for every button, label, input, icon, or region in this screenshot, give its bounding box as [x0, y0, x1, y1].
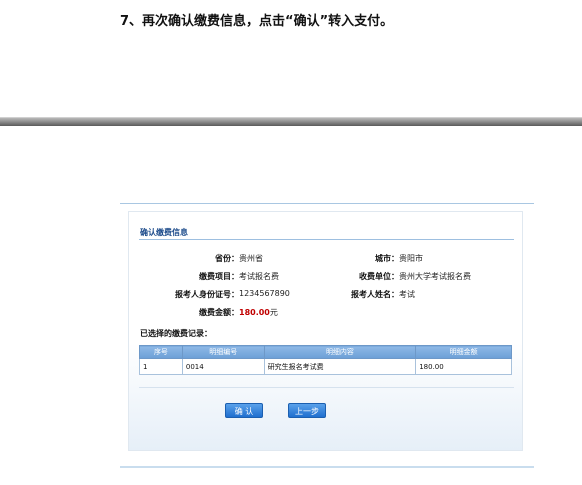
frame-bottom-line: [120, 466, 534, 468]
id-number-label: 报考人身份证号：: [175, 290, 239, 299]
table-row: 1 0014 研究生报名考试费 180.00: [139, 358, 512, 375]
confirm-payment-panel: 确认缴费信息 省份： 贵州省 城市： 贵阳市 缴费项目： 考试报名费 收费单位：…: [128, 211, 523, 451]
confirm-button[interactable]: 确 认: [225, 403, 263, 418]
header-divider-bar: [0, 117, 582, 126]
records-table: 序号 明细编号 明细内容 明细金额 1 0014 研究生报名考试费 180.00: [139, 345, 512, 375]
col-header-detail-amount: 明细金额: [415, 345, 512, 359]
examinee-name-value: 考试: [399, 290, 415, 299]
city-value: 贵阳市: [399, 254, 423, 263]
cell-index: 1: [139, 358, 183, 375]
province-label: 省份：: [215, 254, 239, 263]
instruction-text: 7、再次确认缴费信息，点击“确认”转入支付。: [120, 14, 394, 29]
province-value: 贵州省: [239, 254, 263, 263]
frame-top-line: [120, 203, 534, 204]
item-value: 考试报名费: [239, 272, 279, 281]
unit-value: 贵州大学考试报名费: [399, 272, 471, 281]
cell-detail-amount: 180.00: [415, 358, 512, 375]
col-header-detail-content: 明细内容: [263, 345, 417, 359]
previous-step-button[interactable]: 上一步: [288, 403, 326, 418]
selected-records-title: 已选择的缴费记录：: [140, 329, 212, 338]
col-header-detail-no: 明细编号: [181, 345, 265, 359]
table-divider: [139, 387, 514, 388]
city-label: 城市：: [375, 254, 399, 263]
examinee-name-label: 报考人姓名：: [351, 290, 399, 299]
amount-value: 180.00: [239, 308, 270, 317]
id-number-value: 1234567890: [239, 289, 290, 298]
table-header-row: 序号 明细编号 明细内容 明细金额: [139, 345, 512, 359]
col-header-index: 序号: [139, 345, 183, 359]
item-label: 缴费项目：: [199, 272, 239, 281]
amount-label: 缴费金额：: [199, 308, 239, 317]
panel-title: 确认缴费信息: [140, 228, 188, 237]
cell-detail-no: 0014: [181, 358, 265, 375]
cell-detail-content: 研究生报名考试费: [263, 358, 417, 375]
amount-unit: 元: [269, 308, 278, 317]
unit-label: 收费单位：: [359, 272, 399, 281]
panel-title-divider: [139, 239, 514, 240]
amount-value-group: 180.00元: [239, 307, 278, 318]
